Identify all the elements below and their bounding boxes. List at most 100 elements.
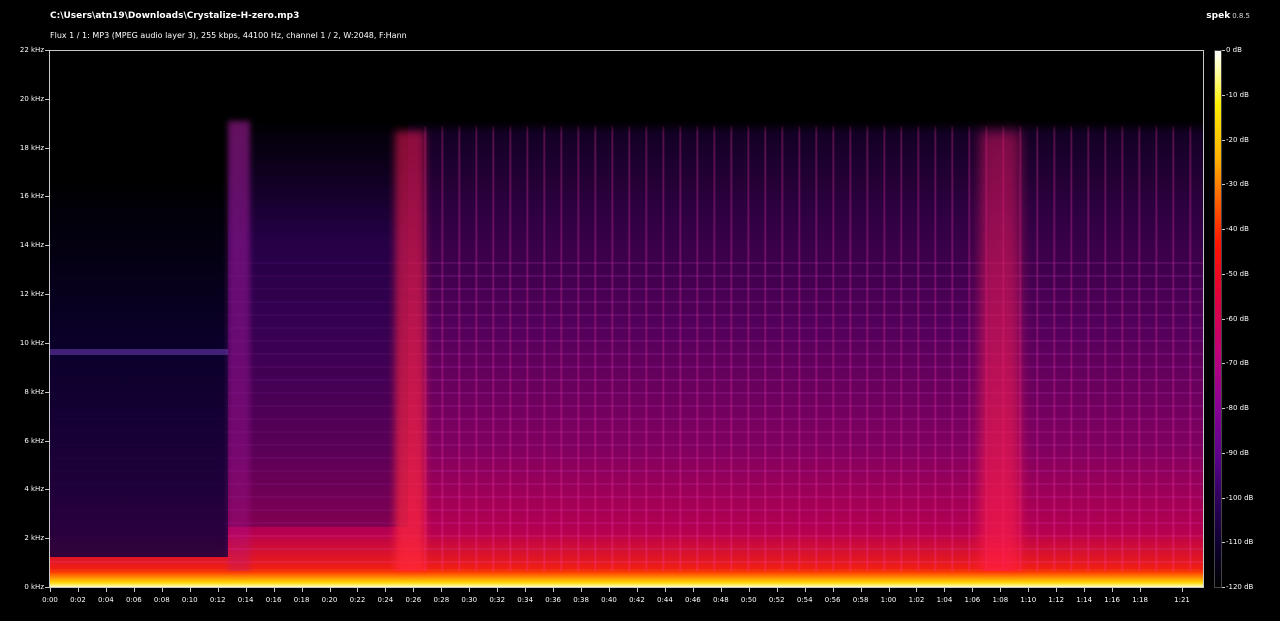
time-tick — [720, 588, 722, 592]
time-tick-label: 0:40 — [601, 596, 617, 604]
db-tick-label: -110 dB — [1226, 538, 1254, 547]
time-tick-label: 0:38 — [573, 596, 589, 604]
db-colorbar — [1214, 50, 1222, 588]
db-tick-label: -120 dB — [1226, 583, 1254, 591]
time-tick — [329, 588, 331, 592]
db-tick — [1222, 363, 1225, 365]
time-tick-label: 0:24 — [377, 596, 394, 604]
time-tick-label: 1:06 — [964, 596, 981, 604]
time-tick-label: 1:10 — [1020, 596, 1037, 604]
db-tick — [1222, 318, 1225, 320]
app-version: 0.8.5 — [1232, 12, 1250, 20]
time-tick-label: 0:34 — [517, 596, 534, 604]
frequency-tick — [45, 538, 49, 540]
db-tick-label: -60 dB — [1226, 314, 1249, 323]
time-tick-label: 0:20 — [321, 596, 338, 604]
app-name: spek — [1206, 11, 1231, 21]
time-tick-label: 0:48 — [712, 596, 729, 604]
frequency-tick-label: 4 kHz — [24, 485, 44, 494]
time-tick-label: 1:16 — [1104, 596, 1121, 604]
time-tick — [441, 588, 443, 592]
time-tick — [916, 588, 918, 592]
db-tick — [1222, 94, 1225, 96]
db-tick — [1222, 497, 1225, 499]
time-tick-label: 1:00 — [880, 596, 897, 604]
spek-window: C:\Users\atn19\Downloads\Crystalize-H-ze… — [0, 0, 1280, 621]
time-tick-label: 0:56 — [824, 596, 841, 604]
time-tick-label: 1:14 — [1076, 596, 1093, 604]
frequency-tick-label: 22 kHz — [19, 46, 44, 54]
time-tick — [748, 588, 750, 592]
time-tick — [50, 588, 51, 592]
time-tick-label: 0:26 — [405, 596, 422, 604]
frequency-tick-label: 8 kHz — [24, 387, 44, 396]
time-tick-label: 0:14 — [237, 596, 254, 604]
frequency-tick — [45, 342, 49, 344]
db-tick — [1222, 408, 1225, 409]
time-tick — [77, 588, 79, 592]
db-tick-label: -80 dB — [1226, 404, 1249, 412]
frequency-tick — [45, 245, 49, 247]
frequency-tick-label: 18 kHz — [19, 143, 44, 152]
frequency-tick — [45, 294, 49, 296]
db-tick-label: -70 dB — [1226, 359, 1249, 368]
db-tick-label: -20 dB — [1226, 135, 1249, 144]
time-tick-label: 0:44 — [657, 596, 673, 604]
db-tick-label: -40 dB — [1226, 225, 1249, 233]
time-tick — [776, 588, 778, 592]
db-tick — [1222, 273, 1225, 275]
frequency-tick — [45, 440, 49, 442]
file-path-title: C:\Users\atn19\Downloads\Crystalize-H-ze… — [50, 11, 300, 21]
frequency-tick — [45, 489, 49, 491]
time-tick-label: 1:18 — [1132, 596, 1148, 604]
time-tick — [1028, 588, 1030, 592]
time-tick — [105, 588, 107, 592]
time-tick-label: 1:04 — [936, 596, 953, 604]
time-tick-label: 1:02 — [908, 596, 925, 604]
time-tick — [1084, 588, 1086, 592]
time-tick-label: 0:28 — [433, 596, 450, 604]
time-tick — [636, 588, 638, 592]
frequency-tick — [45, 587, 49, 588]
time-tick — [553, 588, 555, 592]
time-tick — [385, 588, 387, 592]
time-tick-label: 0:00 — [42, 596, 58, 604]
frequency-tick-label: 2 kHz — [24, 534, 44, 543]
time-tick — [664, 588, 666, 592]
time-tick-label: 0:58 — [852, 596, 869, 604]
time-tick-label: 0:12 — [209, 596, 226, 604]
time-tick — [469, 588, 471, 592]
time-tick — [888, 588, 890, 592]
frequency-tick-label: 0 kHz — [24, 583, 44, 591]
time-tick — [692, 588, 694, 592]
frequency-tick — [45, 98, 49, 100]
time-tick — [497, 588, 499, 592]
time-tick — [804, 588, 806, 592]
time-tick-label: 1:12 — [1048, 596, 1065, 604]
time-tick-label: 0:32 — [489, 596, 506, 604]
db-tick-label: -50 dB — [1226, 269, 1249, 278]
time-tick-label: 0:10 — [181, 596, 198, 604]
frequency-tick — [45, 196, 49, 198]
time-tick-label: 0:36 — [545, 596, 561, 604]
time-tick — [161, 588, 163, 592]
time-tick — [860, 588, 862, 592]
frequency-tick-label: 20 kHz — [19, 94, 44, 103]
time-tick — [581, 588, 583, 592]
file-info-line: Flux 1 / 1: MP3 (MPEG audio layer 3), 25… — [50, 31, 407, 40]
db-tick-label: -90 dB — [1226, 448, 1249, 457]
time-tick-label: 0:08 — [153, 596, 170, 604]
db-tick-label: -10 dB — [1226, 90, 1249, 99]
time-tick-label: 0:22 — [349, 596, 366, 604]
frequency-tick — [45, 391, 49, 393]
time-tick — [413, 588, 415, 592]
time-tick — [609, 588, 611, 592]
time-tick — [832, 588, 834, 592]
time-tick — [217, 588, 219, 592]
time-tick — [357, 588, 359, 592]
time-tick-label: 0:50 — [740, 596, 757, 604]
time-tick — [1112, 588, 1114, 592]
time-tick-label: 0:52 — [768, 596, 785, 604]
db-tick-label: 0 dB — [1226, 46, 1242, 54]
time-tick — [273, 588, 275, 592]
